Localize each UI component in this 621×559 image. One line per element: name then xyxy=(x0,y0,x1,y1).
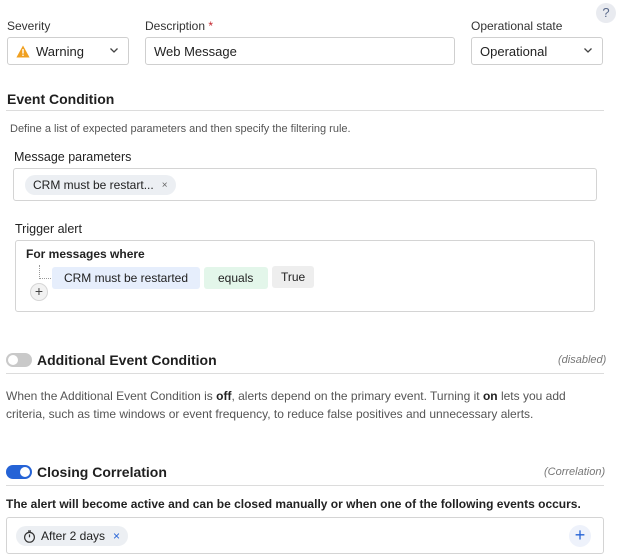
trigger-alert-box: For messages where CRM must be restarted… xyxy=(15,240,595,312)
additional-condition-toggle[interactable] xyxy=(6,353,32,367)
closing-event-chip: After 2 days × xyxy=(16,526,129,546)
divider xyxy=(6,110,604,111)
chip-label: CRM must be restart... xyxy=(33,178,154,192)
severity-select[interactable]: Warning xyxy=(7,37,129,65)
close-icon[interactable]: × xyxy=(162,180,168,191)
operational-state-label: Operational state xyxy=(471,19,563,33)
add-rule-button[interactable]: + xyxy=(30,283,48,301)
additional-condition-status: (disabled) xyxy=(558,354,607,366)
operational-state-select[interactable]: Operational xyxy=(471,37,603,65)
event-condition-title: Event Condition xyxy=(7,91,115,107)
stopwatch-icon xyxy=(23,529,36,543)
operational-state-value: Operational xyxy=(480,43,548,59)
chevron-down-icon xyxy=(584,48,592,53)
event-condition-description: Define a list of expected parameters and… xyxy=(10,123,351,135)
close-icon[interactable]: × xyxy=(113,529,120,543)
message-parameters-label: Message parameters xyxy=(14,150,132,164)
closing-correlation-status: (Correlation) xyxy=(544,466,606,478)
additional-condition-text: When the Additional Event Condition is o… xyxy=(6,389,566,421)
rule-parameter[interactable]: CRM must be restarted xyxy=(52,267,200,289)
divider xyxy=(6,485,604,486)
severity-label: Severity xyxy=(7,19,51,33)
additional-condition-title: Additional Event Condition xyxy=(37,352,217,368)
severity-value: Warning xyxy=(36,43,84,59)
message-parameters-field[interactable]: CRM must be restart... × xyxy=(13,168,597,201)
rule-operator[interactable]: equals xyxy=(204,267,268,289)
chip-label: After 2 days xyxy=(41,529,106,543)
trigger-alert-label: Trigger alert xyxy=(15,222,82,236)
warning-icon xyxy=(16,45,30,58)
rule-operator-label: equals xyxy=(218,271,254,285)
tree-connector xyxy=(39,278,51,279)
message-parameter-chip: CRM must be restart... × xyxy=(25,175,176,195)
closing-correlation-note: The alert will become active and can be … xyxy=(6,497,581,511)
required-marker: * xyxy=(208,19,214,33)
closing-correlation-title: Closing Correlation xyxy=(37,464,167,480)
description-input[interactable]: Web Message xyxy=(145,37,455,65)
rule-value[interactable]: True xyxy=(272,266,315,288)
divider xyxy=(6,373,604,374)
description-label: Description * xyxy=(145,19,214,33)
closing-correlation-toggle[interactable] xyxy=(6,465,32,479)
tree-connector xyxy=(39,265,40,279)
closing-events-field[interactable]: After 2 days × + xyxy=(6,517,604,554)
add-closing-event-button[interactable]: + xyxy=(569,525,591,547)
toggle-knob xyxy=(8,355,18,365)
for-messages-where-label: For messages where xyxy=(26,247,145,261)
description-value: Web Message xyxy=(154,43,237,59)
help-icon[interactable]: ? xyxy=(596,3,616,23)
chevron-down-icon xyxy=(110,48,118,53)
toggle-knob xyxy=(20,467,30,477)
